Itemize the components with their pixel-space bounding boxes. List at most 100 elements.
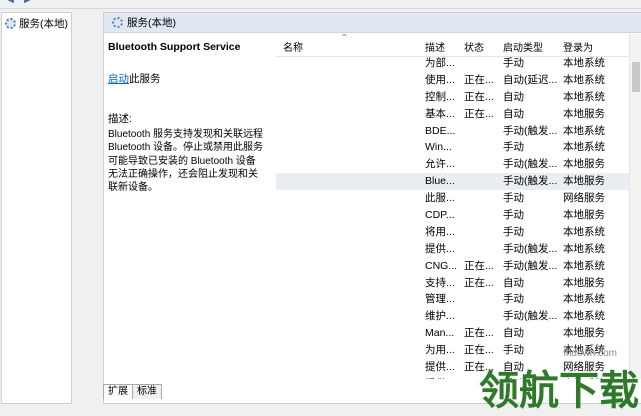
watermark-logo: lhdown.com 领航下载 xyxy=(454,348,641,415)
service-startup-type: 自动 xyxy=(503,276,524,289)
table-row[interactable]: Background Tasks Infras...控制...正在...自动本地… xyxy=(276,89,641,106)
service-description: Blue... xyxy=(425,175,455,188)
service-startup-type: 手动 xyxy=(503,209,524,222)
service-status: 正在... xyxy=(464,327,494,340)
start-row: 启动此服务 xyxy=(108,71,265,86)
service-description: 维护... xyxy=(425,310,455,323)
service-startup-type: 手动(触发... xyxy=(503,310,558,323)
table-row[interactable]: CDPSvcCDP...手动本地服务 xyxy=(276,207,641,224)
table-row[interactable]: AppX Deployment Servic...为部...手动本地系统 xyxy=(276,55,641,72)
tree-item-label: 服务(本地) xyxy=(19,18,68,30)
tab-extended[interactable]: 扩展 xyxy=(103,384,133,399)
service-log-on-as: 本地系统 xyxy=(563,57,605,69)
service-startup-type: 手动 xyxy=(503,225,524,238)
table-row[interactable]: Bluetooth Support ServiceBlue...手动(触发...… xyxy=(276,173,641,191)
column-startup-type[interactable]: 启动类型 xyxy=(503,39,543,54)
sort-ascending-icon: ⌃ xyxy=(340,34,349,44)
service-status: 正在... xyxy=(464,107,494,120)
service-description: BDE... xyxy=(425,124,456,137)
service-startup-type: 手动 xyxy=(503,293,524,306)
service-log-on-as: 本地系统 xyxy=(563,225,605,238)
forward-arrow-icon[interactable]: ▶ xyxy=(22,0,34,6)
service-rows: AppX Deployment Servic...为部...手动本地系统Back… xyxy=(276,55,641,379)
table-row[interactable]: COM+ Event System支持...正在...自动本地服务 xyxy=(276,275,641,292)
column-description[interactable]: 描述 xyxy=(425,39,445,54)
table-row[interactable]: Bluetooth Handsfree Ser...允许...手动(触发...本… xyxy=(276,156,641,173)
view-tabs: 扩展 标准 xyxy=(103,383,162,399)
service-startup-type: 手动(触发... xyxy=(503,242,558,255)
vertical-scrollbar[interactable] xyxy=(629,34,641,379)
service-log-on-as: 本地系统 xyxy=(563,124,605,137)
service-log-on-as: 本地服务 xyxy=(563,107,605,120)
service-log-on-as: 网络服务 xyxy=(563,192,605,205)
table-row[interactable]: Client License Service (Cli...提供...手动(触发… xyxy=(276,241,641,258)
description-label: 描述: xyxy=(108,113,132,125)
service-description: Man... xyxy=(425,327,455,340)
service-description: 为部... xyxy=(425,57,455,69)
start-suffix: 此服务 xyxy=(129,73,161,85)
table-row[interactable]: CoreMessagingMan...正在...自动本地服务 xyxy=(276,325,641,342)
service-log-on-as: 本地系统 xyxy=(563,259,605,272)
start-service-link[interactable]: 启动 xyxy=(108,73,129,85)
services-panel: 服务(本地) Bluetooth Support Service 启动此服务 描… xyxy=(103,12,641,404)
panel-header: 服务(本地) xyxy=(104,13,641,33)
service-log-on-as: 本地服务 xyxy=(563,276,605,289)
service-description: 提供... xyxy=(425,242,455,255)
service-status: 正在... xyxy=(464,73,494,86)
service-description: 控制... xyxy=(425,90,455,103)
service-description: 支持... xyxy=(425,276,455,289)
service-description: Win... xyxy=(425,141,452,154)
service-startup-type: 自动 xyxy=(503,327,524,340)
tree-item-services-local[interactable]: 服务(本地) xyxy=(5,16,68,31)
table-row[interactable]: Background Intelligent T...使用...正在...自动(… xyxy=(276,72,641,89)
service-description: 管理... xyxy=(425,293,455,306)
service-log-on-as: 本地服务 xyxy=(563,209,605,222)
table-row[interactable]: COM+ System Application管理...手动本地系统 xyxy=(276,291,641,308)
console-tree: 服务(本地) xyxy=(1,12,72,404)
service-log-on-as: 本地服务 xyxy=(563,158,605,171)
service-log-on-as: 本地系统 xyxy=(563,242,605,255)
service-description: 此服... xyxy=(425,192,455,205)
service-description: 将用... xyxy=(425,225,455,238)
service-log-on-as: 本地服务 xyxy=(563,327,605,340)
panel-header-title: 服务(本地) xyxy=(127,17,176,29)
service-startup-type: 手动 xyxy=(503,192,524,205)
column-status[interactable]: 状态 xyxy=(464,39,484,54)
service-title: Bluetooth Support Service xyxy=(108,41,241,53)
scrollbar-thumb[interactable] xyxy=(632,62,640,92)
gear-icon xyxy=(112,17,123,28)
tab-standard[interactable]: 标准 xyxy=(132,384,162,399)
service-description: 基本... xyxy=(425,107,455,120)
gear-icon xyxy=(5,18,16,29)
service-status: 正在... xyxy=(464,276,494,289)
service-description: 允许... xyxy=(425,158,455,171)
service-startup-type: 自动 xyxy=(503,90,524,103)
column-header: 名称 ⌃ 描述 状态 启动类型 登录为 xyxy=(276,34,641,57)
table-row[interactable]: Computer Browser维护...手动(触发...本地系统 xyxy=(276,308,641,325)
service-log-on-as: 本地系统 xyxy=(563,141,605,154)
table-row[interactable]: BitLocker Drive Encryptio...BDE...手动(触发.… xyxy=(276,123,641,140)
extended-description-pane: Bluetooth Support Service 启动此服务 描述: Blue… xyxy=(104,34,269,374)
column-name[interactable]: 名称 xyxy=(283,39,303,54)
service-startup-type: 手动 xyxy=(503,141,524,154)
service-description: CDP... xyxy=(425,209,455,222)
table-row[interactable]: BranchCache此服...手动网络服务 xyxy=(276,190,641,207)
back-arrow-icon[interactable]: ◀ xyxy=(4,0,16,6)
service-log-on-as: 本地系统 xyxy=(563,73,605,86)
service-log-on-as: 本地系统 xyxy=(563,310,605,323)
service-startup-type: 手动(触发... xyxy=(503,259,558,272)
service-startup-type: 自动(延迟... xyxy=(503,73,558,86)
service-startup-type: 自动 xyxy=(503,107,524,120)
service-status: 正在... xyxy=(464,259,494,272)
description-text: Bluetooth 服务支持发现和关联远程 Bluetooth 设备。停止或禁用… xyxy=(108,129,264,194)
table-row[interactable]: Certificate Propagation将用...手动本地系统 xyxy=(276,224,641,241)
service-startup-type: 手动(触发... xyxy=(503,158,558,171)
toolbar: ◀ ▶ xyxy=(0,0,641,9)
table-row[interactable]: Base Filtering Engine基本...正在...自动本地服务 xyxy=(276,106,641,123)
service-log-on-as: 本地服务 xyxy=(563,175,605,188)
table-row[interactable]: CNG Key IsolationCNG...正在...手动(触发...本地系统 xyxy=(276,258,641,275)
table-row[interactable]: Block Level Backup Engi...Win...手动本地系统 xyxy=(276,139,641,156)
service-startup-type: 手动(触发... xyxy=(503,175,558,188)
service-description: CNG... xyxy=(425,259,458,272)
column-log-on-as[interactable]: 登录为 xyxy=(563,39,593,54)
